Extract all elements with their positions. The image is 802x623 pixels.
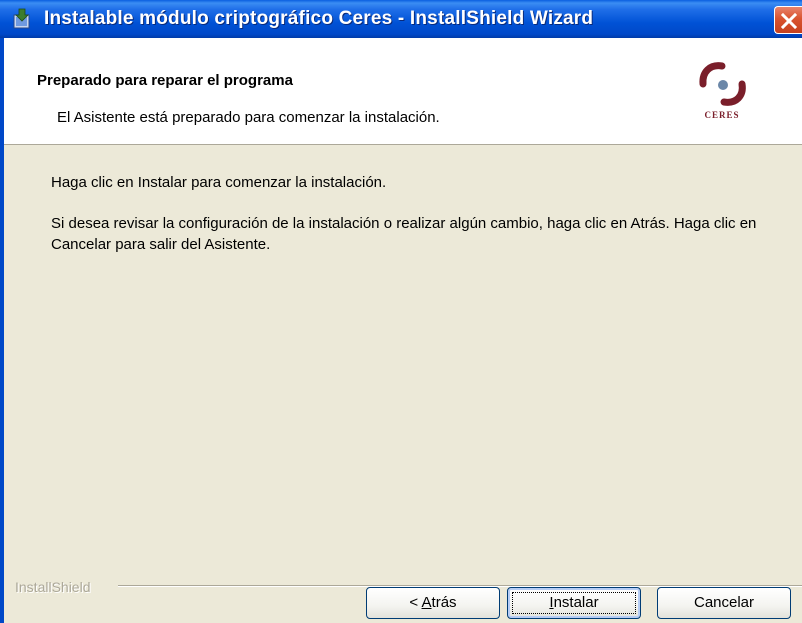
back-button[interactable]: < Atrás xyxy=(366,587,500,619)
back-button-label: trás xyxy=(431,594,457,611)
cancel-button[interactable]: Cancelar xyxy=(657,587,791,619)
title-bar[interactable]: Instalable módulo criptográfico Ceres - … xyxy=(0,0,802,38)
installshield-brand: InstallShield xyxy=(15,579,91,595)
ceres-logo: CERES xyxy=(694,58,750,130)
ceres-logo-mark xyxy=(699,62,746,106)
page-title: Preparado para reparar el programa xyxy=(37,72,293,89)
focus-rect xyxy=(512,592,636,614)
back-button-accel: A xyxy=(421,594,432,611)
back-button-prefix: < xyxy=(409,594,422,611)
details-text: Si desea revisar la configuración de la … xyxy=(51,215,757,253)
logo-text: CERES xyxy=(704,110,740,120)
close-icon xyxy=(781,13,797,29)
install-button[interactable]: Instalar xyxy=(507,587,641,619)
installer-package-icon xyxy=(13,8,30,29)
instruction-text: Haga clic en Instalar para comenzar la i… xyxy=(51,174,387,191)
window-title: Instalable módulo criptográfico Ceres - … xyxy=(44,8,594,29)
wizard-content: Haga clic en Instalar para comenzar la i… xyxy=(4,146,802,546)
close-button[interactable] xyxy=(774,6,802,34)
header-banner: Preparado para reparar el programa El As… xyxy=(4,38,802,145)
page-subtitle: El Asistente está preparado para comenza… xyxy=(57,109,440,126)
